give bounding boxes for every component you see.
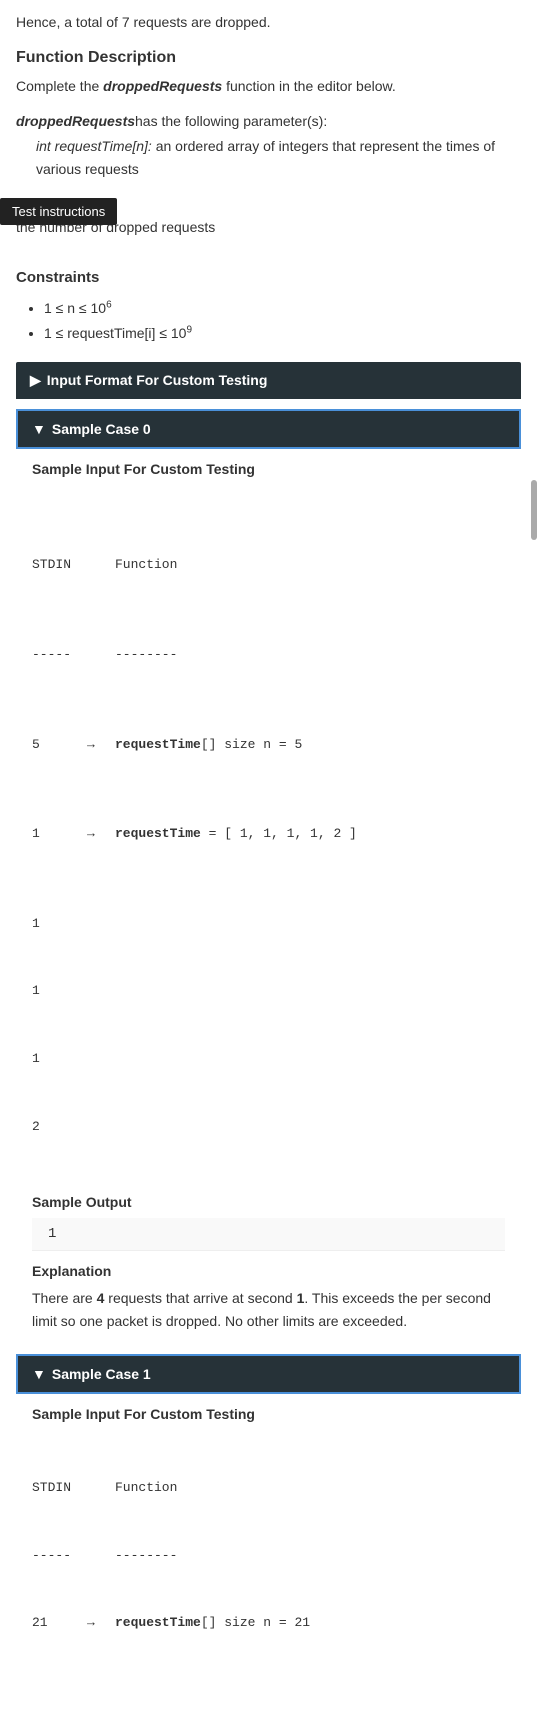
constraint-item-1: 1 ≤ n ≤ 106 xyxy=(44,296,521,321)
code-data-row-1: 5 → requestTime[] size n = 5 xyxy=(32,733,505,756)
input-format-label: Input Format For Custom Testing xyxy=(47,372,268,388)
code-divider-row-1: ----- -------- xyxy=(32,1544,505,1567)
sample-output-title-0: Sample Output xyxy=(32,1194,505,1210)
test-instructions-tooltip[interactable]: Test instructions xyxy=(0,198,117,225)
func-header: Function xyxy=(115,553,177,576)
sample-case-0-block: ▼ Sample Case 0 Sample Input For Custom … xyxy=(16,409,521,1344)
input-format-arrow: ▶ xyxy=(30,372,41,389)
sample-case-1-arrow: ▼ xyxy=(32,1366,46,1382)
param-entry: int requestTime[n]: an ordered array of … xyxy=(36,135,521,180)
code-header-row-1: STDIN Function xyxy=(32,1476,505,1499)
sample-input-title-1: Sample Input For Custom Testing xyxy=(32,1406,505,1422)
constraint-item-2: 1 ≤ requestTime[i] ≤ 109 xyxy=(44,321,521,346)
input-format-header[interactable]: ▶ Input Format For Custom Testing xyxy=(16,362,521,399)
stdin-divider: ----- xyxy=(32,643,87,666)
function-description-section: Function Description Complete the droppe… xyxy=(16,49,521,97)
explanation-title-0: Explanation xyxy=(32,1263,505,1279)
code-extra-row-2: 1 xyxy=(32,979,505,1002)
constraints-list: 1 ≤ n ≤ 106 1 ≤ requestTime[i] ≤ 109 xyxy=(16,296,521,346)
sample-case-0-header[interactable]: ▼ Sample Case 0 xyxy=(16,409,521,449)
params-title: droppedRequestshas the following paramet… xyxy=(16,113,521,129)
output-value-0: 1 xyxy=(32,1218,505,1251)
sample-input-title-0: Sample Input For Custom Testing xyxy=(32,461,505,477)
code-extra-row-4: 2 xyxy=(32,1115,505,1138)
params-has-label: has the following parameter(s): xyxy=(135,113,327,129)
sample-case-1-label: Sample Case 1 xyxy=(52,1366,151,1382)
func-divider: -------- xyxy=(115,643,177,666)
stdin-header: STDIN xyxy=(32,553,87,576)
input-format-block: ▶ Input Format For Custom Testing xyxy=(16,362,521,399)
intro-text: Hence, a total of 7 requests are dropped… xyxy=(16,12,521,33)
stdin-header-1: STDIN xyxy=(32,1476,87,1499)
code-divider-row: ----- -------- xyxy=(32,643,505,666)
code-data-row-2: 1 → requestTime = [ 1, 1, 1, 1, 2 ] xyxy=(32,822,505,845)
code-table-0: STDIN Function ----- -------- 5 → reques… xyxy=(32,487,505,1182)
sample-case-0-content: Sample Input For Custom Testing STDIN Fu… xyxy=(16,449,521,1344)
code-extra-row-3: 1 xyxy=(32,1047,505,1070)
function-description-text: Complete the droppedRequests function in… xyxy=(16,75,521,97)
func-header-1: Function xyxy=(115,1476,177,1499)
sample-case-1-header[interactable]: ▼ Sample Case 1 xyxy=(16,1354,521,1394)
constraints-title: Constraints xyxy=(16,269,521,286)
code-header-row: STDIN Function xyxy=(32,553,505,576)
code-extra-row-1: 1 xyxy=(32,912,505,935)
sample-case-1-block: ▼ Sample Case 1 Sample Input For Custom … xyxy=(16,1354,521,1699)
sample-case-0-arrow: ▼ xyxy=(32,421,46,437)
explanation-text-0: There are 4 requests that arrive at seco… xyxy=(32,1287,505,1332)
params-section: droppedRequestshas the following paramet… xyxy=(16,113,521,180)
code-data-row-1-1: 21 → requestTime[] size n = 21 xyxy=(32,1611,505,1634)
function-description-title: Function Description xyxy=(16,49,521,67)
stdin-divider-1: ----- xyxy=(32,1544,87,1567)
code-table-1: STDIN Function ----- -------- 21 → reque… xyxy=(32,1432,505,1679)
sample-case-0-label: Sample Case 0 xyxy=(52,421,151,437)
constraints-section: Constraints 1 ≤ n ≤ 106 1 ≤ requestTime[… xyxy=(16,269,521,346)
scrollbar[interactable] xyxy=(531,480,537,540)
func-divider-1: -------- xyxy=(115,1544,177,1567)
sample-case-1-content: Sample Input For Custom Testing STDIN Fu… xyxy=(16,1394,521,1699)
